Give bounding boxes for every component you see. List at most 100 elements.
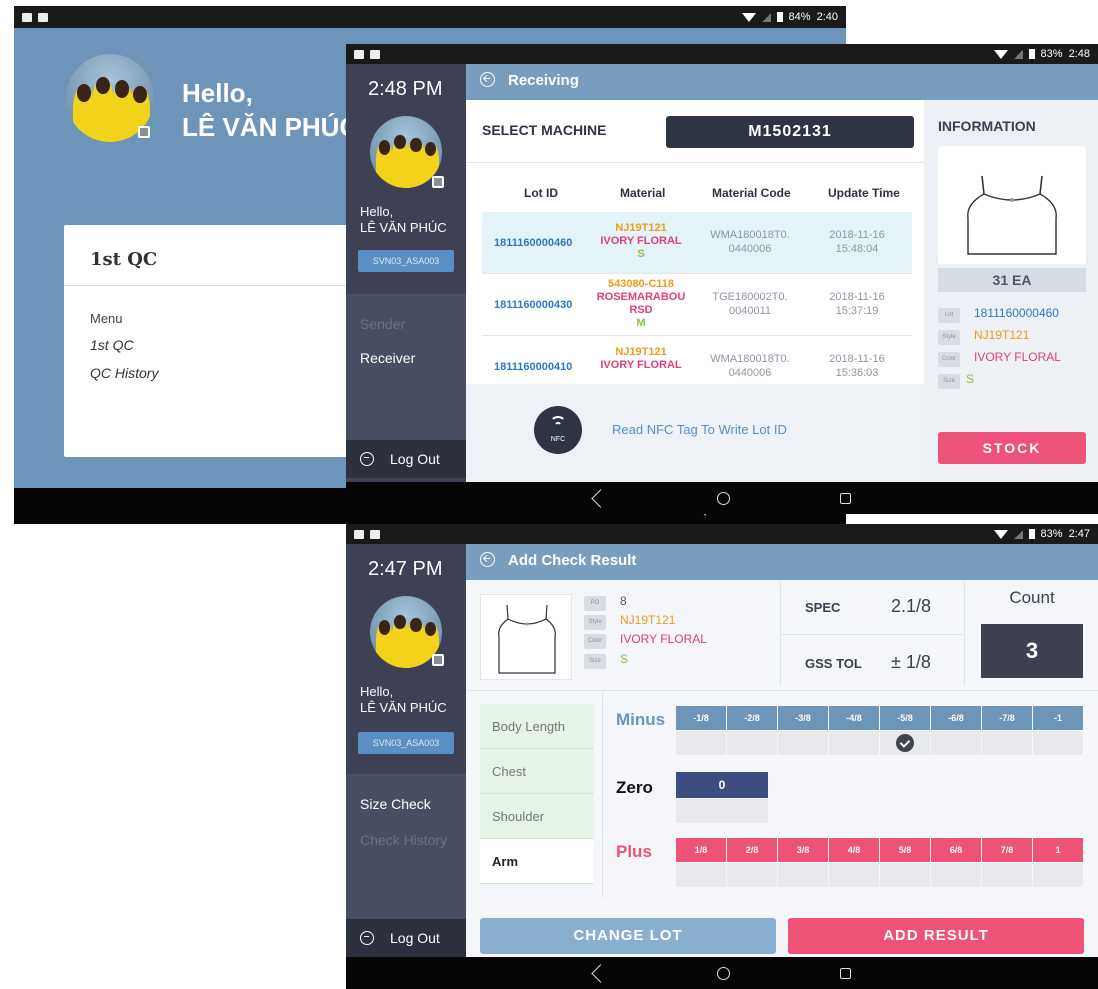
notification-icon: [22, 12, 32, 22]
plus-cell[interactable]: 2/8: [727, 838, 777, 862]
home-nav-icon[interactable]: [716, 966, 730, 980]
minus-cell[interactable]: -2/8: [727, 706, 777, 730]
update-time: 2018-11-16 15:36:03: [829, 353, 885, 379]
garment-image: [938, 146, 1086, 264]
status-time: 2:48: [1068, 48, 1090, 60]
greeting-text: Hello,: [360, 684, 394, 699]
status-time: 2:40: [816, 11, 838, 23]
plus-cell[interactable]: 3/8: [778, 838, 828, 862]
notification-icon: [38, 12, 48, 22]
receiving-screen: 83% 2:48 2:48 PM Hello, LÊ VĂN PHÚC SVN0…: [346, 44, 1098, 514]
stock-button[interactable]: STOCK: [938, 432, 1086, 464]
logout-button[interactable]: Log Out: [346, 919, 466, 957]
back-arrow-icon[interactable]: [480, 552, 495, 567]
back-nav-icon[interactable]: [590, 963, 610, 983]
sidebar-item-receiver[interactable]: Receiver: [360, 350, 415, 366]
part-shoulder[interactable]: Shoulder: [480, 794, 594, 839]
sidebar-item-sender[interactable]: Sender: [360, 316, 405, 332]
minus-cell[interactable]: -5/8: [880, 706, 930, 730]
greeting-text: Hello,: [360, 204, 394, 219]
camera-icon[interactable]: [138, 126, 150, 138]
spec-value: 2.1/8: [891, 596, 932, 616]
plus-count-cells: [676, 863, 1084, 887]
add-result-button[interactable]: ADD RESULT: [788, 918, 1084, 954]
select-machine-label: SELECT MACHINE: [482, 122, 607, 138]
minus-cell[interactable]: -1/8: [676, 706, 726, 730]
table-row[interactable]: 1811160000410 NJ19T121 IVORY FLORAL WMA1…: [482, 336, 912, 382]
col-header-lot-id: Lot ID: [524, 186, 558, 200]
status-bar: 84% 2:40: [14, 6, 846, 28]
minus-cell[interactable]: -6/8: [931, 706, 981, 730]
user-name: LÊ VĂN PHÚC: [360, 700, 447, 715]
part-chest[interactable]: Chest: [480, 749, 594, 794]
plus-cell[interactable]: 6/8: [931, 838, 981, 862]
menu-heading: Menu: [90, 311, 123, 326]
table-row[interactable]: 1811160000430 543080-C118 ROSEMARABOU RS…: [482, 274, 912, 336]
clock: 2:48 PM: [368, 78, 443, 100]
logout-icon: [360, 931, 374, 945]
zero-label: Zero: [616, 778, 653, 797]
material: 543080-C118 ROSEMARABOU RSD M: [596, 278, 686, 329]
plus-cell[interactable]: 5/8: [880, 838, 930, 862]
page-title: Add Check Result: [508, 552, 637, 569]
plus-label: Plus: [616, 842, 652, 861]
menu-item-1st-qc[interactable]: 1st QC: [90, 337, 134, 353]
logout-button[interactable]: Log Out: [346, 440, 466, 478]
check-result-content: PO 8 Style NJ19T121 Color IVORY FLORAL S…: [466, 580, 1098, 957]
recents-nav-icon[interactable]: [839, 492, 851, 504]
nfc-button[interactable]: NFC: [534, 406, 582, 454]
count-panel: Count 3: [964, 580, 1098, 686]
camera-icon[interactable]: [432, 654, 444, 666]
navigation-bar: [346, 482, 1098, 514]
plus-cell[interactable]: 1: [1033, 838, 1083, 862]
logout-icon: [360, 452, 374, 466]
zero-cell[interactable]: 0: [676, 772, 768, 798]
home-nav-icon[interactable]: [716, 491, 730, 505]
nfc-label: NFC: [550, 436, 566, 443]
greeting: Hello, LÊ VĂN PHÚC: [182, 76, 358, 144]
garment-image: [480, 594, 572, 680]
minus-label: Minus: [616, 710, 666, 729]
part-arm[interactable]: Arm: [480, 839, 594, 884]
minus-cell[interactable]: -1: [1033, 706, 1083, 730]
sidebar-item-size-check[interactable]: Size Check: [360, 796, 431, 812]
plus-cells: 1/8 2/8 3/8 4/8 5/8 6/8 7/8 1: [676, 838, 1084, 862]
plus-cell[interactable]: 7/8: [982, 838, 1032, 862]
back-nav-icon[interactable]: [590, 488, 610, 508]
station-badge: SVN03_ASA003: [358, 250, 454, 272]
sidebar: 2:47 PM Hello, LÊ VĂN PHÚC SVN03_ASA003 …: [346, 544, 466, 957]
divider: [466, 162, 924, 163]
recents-nav-icon[interactable]: [839, 967, 851, 979]
spec-panel: SPEC 2.1/8 GSS TOL ± 1/8: [780, 580, 963, 686]
back-arrow-icon[interactable]: [480, 72, 495, 87]
lot-id: 1811160000460: [494, 237, 573, 249]
material: NJ19T121 IVORY FLORAL S: [600, 222, 682, 260]
camera-icon[interactable]: [432, 176, 444, 188]
machine-select[interactable]: M1502131: [666, 116, 914, 148]
col-header-material: Material: [620, 186, 666, 200]
card-title: 1st QC: [90, 249, 158, 270]
zero-cells: 0: [676, 772, 769, 798]
plus-cell[interactable]: 4/8: [829, 838, 879, 862]
info-title: INFORMATION: [938, 118, 1036, 134]
gss-tol-label: GSS TOL: [805, 656, 862, 671]
minus-cell[interactable]: -4/8: [829, 706, 879, 730]
update-time: 2018-11-16 15:37:19: [829, 291, 885, 317]
plus-cell[interactable]: 1/8: [676, 838, 726, 862]
change-lot-button[interactable]: CHANGE LOT: [480, 918, 776, 954]
signal-icon: [761, 12, 771, 22]
minus-cell[interactable]: -3/8: [778, 706, 828, 730]
count-value: 3: [981, 624, 1083, 678]
status-bar: 83% 2:48: [346, 44, 1098, 64]
sidebar: 2:48 PM Hello, LÊ VĂN PHÚC SVN03_ASA003 …: [346, 64, 466, 482]
table-row[interactable]: 1811160000460 NJ19T121 IVORY FLORAL S WM…: [482, 212, 912, 274]
status-time: 2:47: [1068, 528, 1090, 540]
sidebar-item-check-history[interactable]: Check History: [360, 832, 447, 848]
part-body-length[interactable]: Body Length: [480, 704, 594, 749]
minus-cell[interactable]: -7/8: [982, 706, 1032, 730]
minus-count-cells: [676, 731, 1084, 755]
menu-item-qc-history[interactable]: QC History: [90, 365, 158, 381]
battery-icon: [1028, 49, 1035, 59]
wifi-icon: [993, 529, 1008, 539]
status-bar: 83% 2:47: [346, 524, 1098, 544]
